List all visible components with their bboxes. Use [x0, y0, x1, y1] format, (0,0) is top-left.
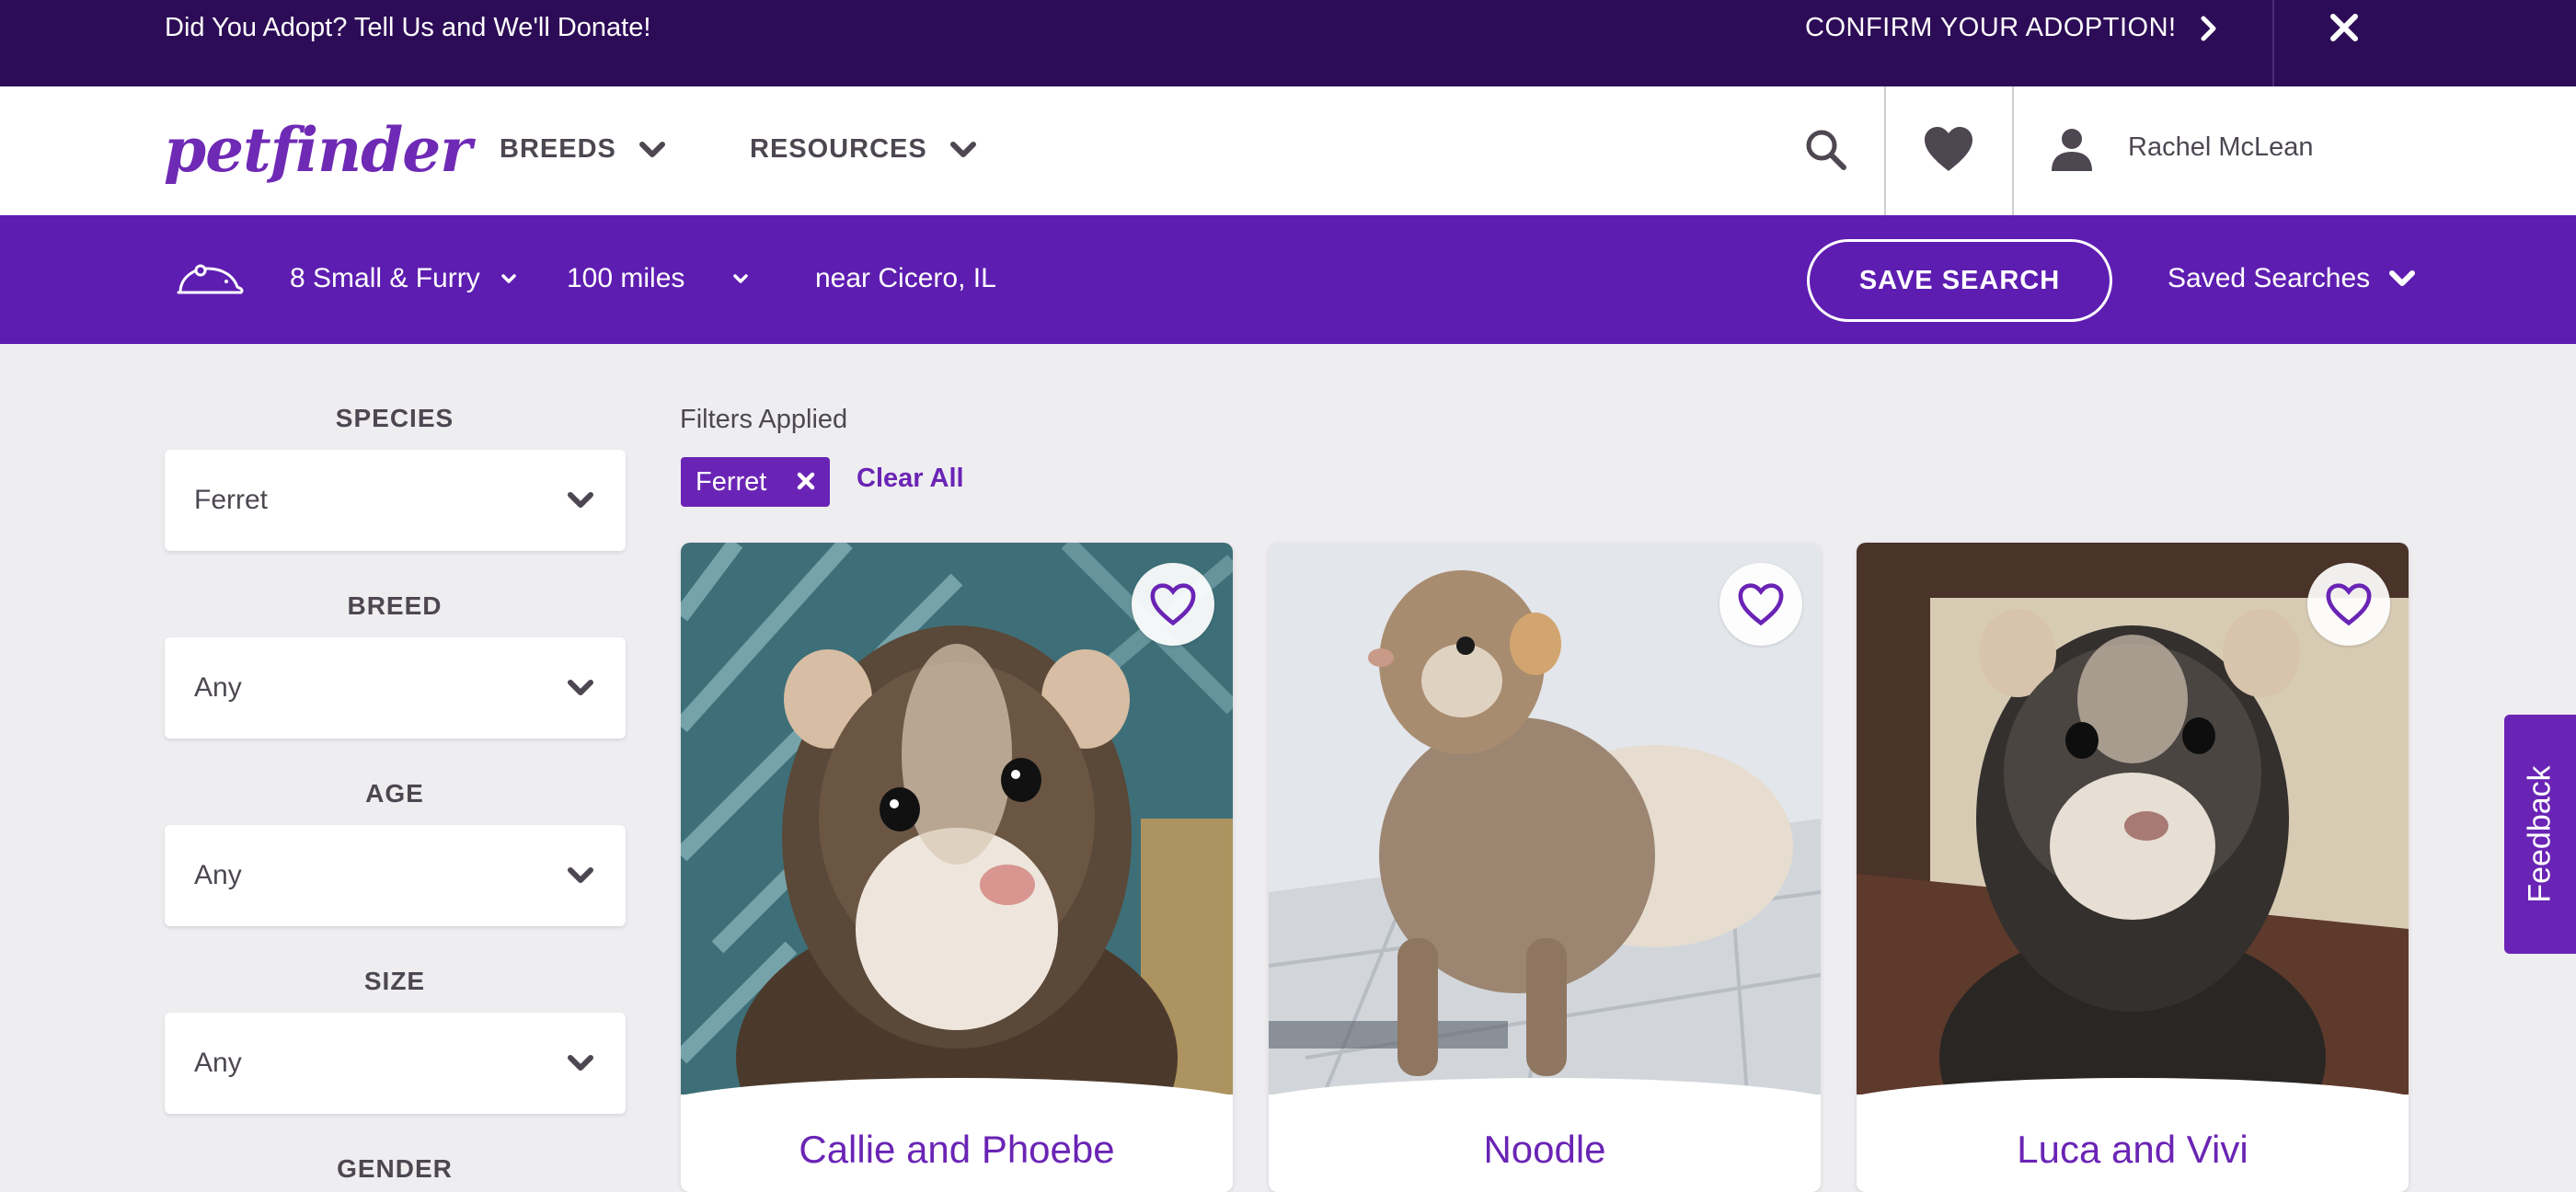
species-select[interactable]: Ferret [165, 450, 626, 551]
clear-all-filters-link[interactable]: Clear All [857, 464, 964, 494]
distance-value: 100 miles [567, 263, 685, 293]
animal-type-select[interactable]: 8 Small & Furry [290, 263, 517, 294]
petfinder-logo[interactable]: petfinder [164, 114, 472, 186]
promo-text: Did You Adopt? Tell Us and We'll Donate! [165, 13, 651, 42]
feedback-tab[interactable]: Feedback [2504, 715, 2576, 954]
pet-name[interactable]: Callie and Phoebe [681, 1128, 1233, 1172]
search-icon[interactable] [1803, 127, 1849, 173]
location-input[interactable]: near Cicero, IL [815, 263, 996, 294]
favorites-heart-icon[interactable] [1923, 125, 1974, 173]
pet-name[interactable]: Luca and Vivi [1857, 1128, 2409, 1172]
animal-type-value: 8 Small & Furry [290, 263, 480, 293]
confirm-adoption-label: CONFIRM YOUR ADOPTION! [1805, 13, 2177, 42]
chevron-down-icon [568, 492, 593, 508]
pet-card[interactable]: Callie and Phoebe [681, 543, 1233, 1192]
filter-label-size: SIZE [363, 967, 426, 995]
chevron-down-icon [949, 141, 976, 157]
small-furry-icon [177, 264, 244, 294]
pet-card[interactable]: Luca and Vivi [1857, 543, 2409, 1192]
pet-card[interactable]: Noodle [1269, 543, 1821, 1192]
user-avatar-icon[interactable] [2050, 127, 2094, 173]
nav-resources[interactable]: RESOURCES [750, 134, 977, 165]
nav-resources-label: RESOURCES [750, 134, 927, 164]
breed-value: Any [194, 672, 242, 703]
chevron-down-icon [568, 680, 593, 695]
size-select[interactable]: Any [165, 1013, 626, 1114]
confirm-adoption-link[interactable]: CONFIRM YOUR ADOPTION! [1805, 13, 2217, 43]
age-value: Any [194, 860, 242, 890]
filter-chip-label: Ferret [696, 466, 767, 497]
filters-applied-title: Filters Applied [680, 405, 848, 434]
saved-searches-dropdown[interactable]: Saved Searches [2168, 263, 2416, 294]
chevron-down-icon [500, 274, 516, 283]
feedback-label: Feedback [2522, 765, 2558, 903]
header-divider [2012, 86, 2014, 215]
favorite-heart-icon[interactable] [1132, 563, 1214, 646]
chevron-down-icon [638, 141, 665, 157]
filter-label-species: SPECIES [335, 404, 454, 432]
age-select[interactable]: Any [165, 825, 626, 926]
filter-label-gender: GENDER [337, 1154, 453, 1183]
filter-label-age: AGE [365, 779, 424, 808]
promo-divider [2272, 0, 2274, 86]
distance-select[interactable]: 100 miles [567, 263, 749, 294]
species-value: Ferret [194, 485, 269, 515]
chevron-down-icon [568, 867, 593, 883]
pet-name[interactable]: Noodle [1269, 1128, 1821, 1172]
nav-breeds[interactable]: BREEDS [500, 134, 666, 165]
adoption-promo-banner: Did You Adopt? Tell Us and We'll Donate!… [0, 0, 2576, 86]
site-header: petfinder BREEDS RESOURCES Rachel McLean [0, 86, 2576, 215]
header-divider [1884, 86, 1886, 215]
remove-filter-icon[interactable] [795, 470, 817, 492]
size-value: Any [194, 1048, 242, 1078]
nav-breeds-label: BREEDS [500, 134, 616, 164]
search-bar: 8 Small & Furry 100 miles near Cicero, I… [0, 215, 2576, 344]
filter-chip-ferret[interactable]: Ferret [681, 457, 830, 507]
chevron-down-icon [2389, 270, 2416, 286]
user-name[interactable]: Rachel McLean [2128, 132, 2314, 163]
favorite-heart-icon[interactable] [1719, 563, 1802, 646]
saved-searches-label: Saved Searches [2168, 263, 2371, 293]
chevron-right-icon [2201, 16, 2216, 40]
close-icon[interactable] [2326, 9, 2363, 46]
favorite-heart-icon[interactable] [2307, 563, 2390, 646]
chevron-down-icon [733, 274, 749, 283]
breed-select[interactable]: Any [165, 637, 626, 739]
save-search-button[interactable]: SAVE SEARCH [1807, 239, 2112, 322]
chevron-down-icon [568, 1055, 593, 1071]
filter-label-breed: BREED [347, 591, 443, 620]
